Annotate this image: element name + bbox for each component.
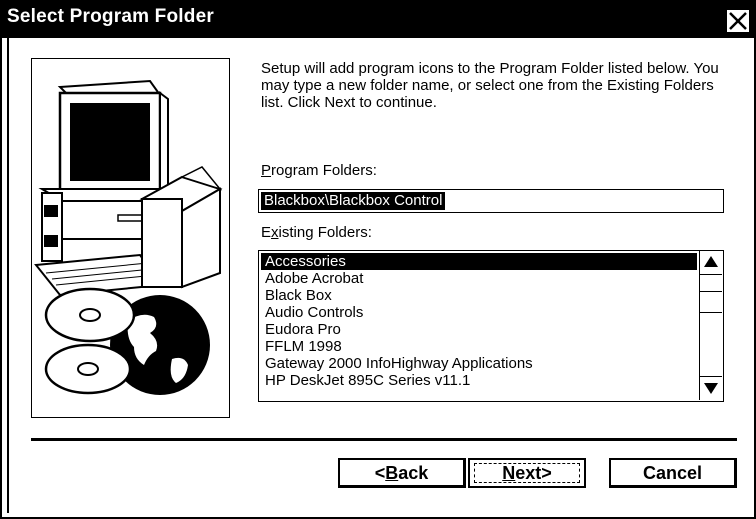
scrollbar-thumb[interactable] [700,291,722,313]
existing-folders-label: Existing Folders: [261,224,372,241]
next-button[interactable]: Next> [468,458,586,488]
program-folders-label: Program Folders: [261,162,377,179]
list-item[interactable]: Eudora Pro [261,321,697,338]
cancel-button[interactable]: Cancel [609,458,737,488]
focus-rectangle [474,463,580,483]
existing-folders-list: Accessories Adobe Acrobat Black Box Audi… [261,253,697,389]
instructions-text: Setup will add program icons to the Prog… [261,60,719,111]
arrow-up-icon [704,256,718,267]
close-button[interactable] [726,9,750,33]
title-bar: Select Program Folder [2,2,754,38]
list-item[interactable]: Gateway 2000 InfoHighway Applications [261,355,697,372]
existing-folders-listbox[interactable]: Accessories Adobe Acrobat Black Box Audi… [258,250,724,402]
vertical-scrollbar[interactable] [699,251,723,400]
computer-with-cds-and-globe-illustration [34,79,223,395]
list-item[interactable]: Black Box [261,287,697,304]
dialog-title: Select Program Folder [7,6,214,27]
back-button[interactable]: <Back [338,458,466,488]
list-item[interactable]: Accessories [261,253,697,270]
program-folder-input[interactable]: Blackbox\Blackbox Control [258,189,724,213]
list-item[interactable]: Adobe Acrobat [261,270,697,287]
scroll-up-button[interactable] [700,251,722,275]
close-icon [729,12,747,30]
list-item[interactable]: FFLM 1998 [261,338,697,355]
button-separator [31,438,737,441]
setup-dialog: Select Program Folder Setup will add pro… [0,0,756,519]
list-item[interactable]: HP DeskJet 895C Series v11.1 [261,372,697,389]
list-item[interactable]: Audio Controls [261,304,697,321]
setup-illustration [31,58,230,418]
program-folder-value: Blackbox\Blackbox Control [261,192,446,210]
frame-divider [7,38,9,513]
arrow-down-icon [704,383,718,394]
scroll-down-button[interactable] [700,376,722,400]
